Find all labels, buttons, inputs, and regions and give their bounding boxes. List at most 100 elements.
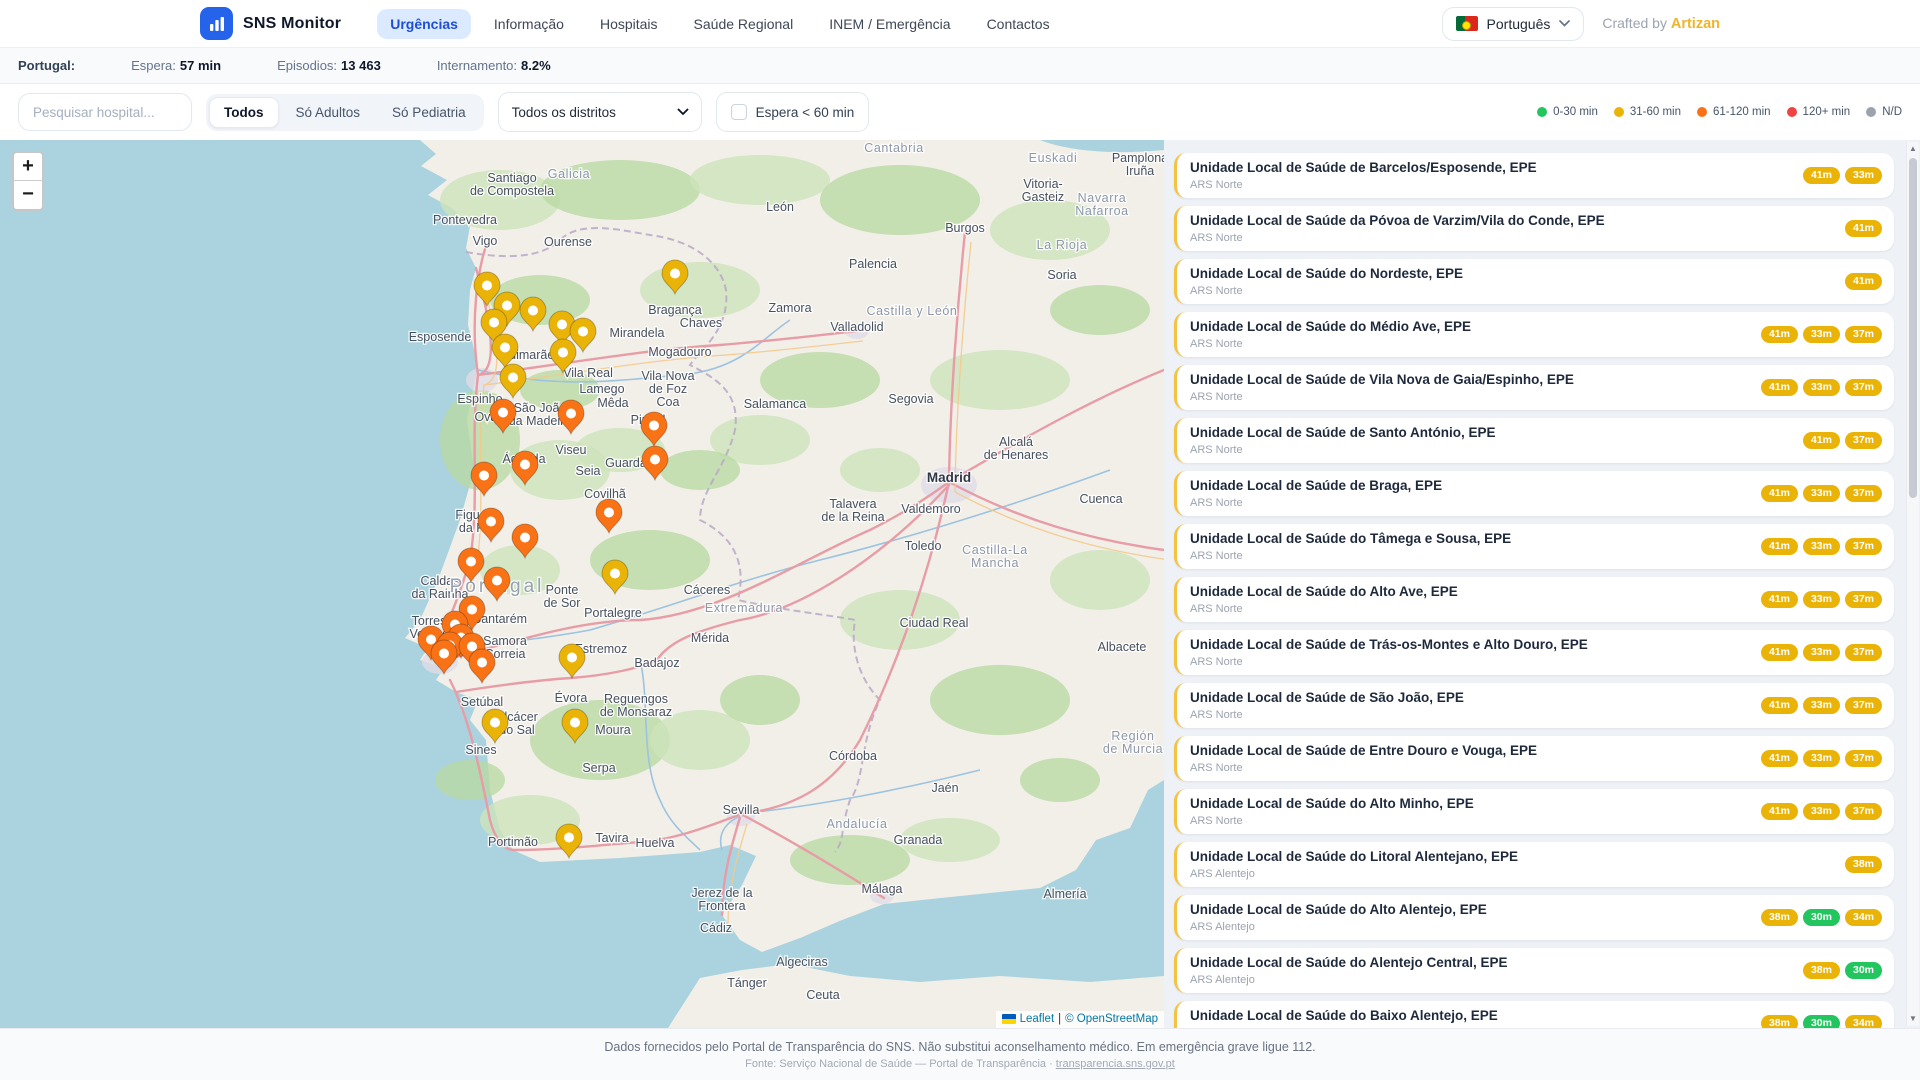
wait-badges: 41m xyxy=(1845,273,1882,290)
hospital-card[interactable]: Unidade Local de Saúde do Alto Minho, EP… xyxy=(1174,789,1894,834)
hospital-name: Unidade Local de Saúde de Entre Douro e … xyxy=(1190,743,1537,760)
svg-text:Córdoba: Córdoba xyxy=(829,749,877,763)
hospital-card[interactable]: Unidade Local de Saúde da Póvoa de Varzi… xyxy=(1174,206,1894,251)
legend-item-61-120-min: 61-120 min xyxy=(1697,106,1771,118)
wait-badge: 37m xyxy=(1845,485,1882,502)
hospital-name: Unidade Local de Saúde da Póvoa de Varzi… xyxy=(1190,213,1605,230)
nav-item-inem-emerg-ncia[interactable]: INEM / Emergência xyxy=(816,9,963,39)
hospital-card[interactable]: Unidade Local de Saúde de São João, EPEA… xyxy=(1174,683,1894,728)
nav-item-sa-de-regional[interactable]: Saúde Regional xyxy=(681,9,807,39)
wait-badge: 30m xyxy=(1803,1015,1840,1028)
chevron-down-icon xyxy=(1559,20,1570,27)
wait-badge: 37m xyxy=(1845,750,1882,767)
zoom-out-button[interactable]: − xyxy=(14,181,42,209)
nav-item-hospitais[interactable]: Hospitais xyxy=(587,9,671,39)
wait-badge: 30m xyxy=(1845,962,1882,979)
scroll-down-icon[interactable]: ▼ xyxy=(1907,1012,1919,1026)
segment-s-pediatria[interactable]: Só Pediatria xyxy=(377,97,481,128)
hospital-card[interactable]: Unidade Local de Saúde de Barcelos/Espos… xyxy=(1174,153,1894,198)
hospital-card[interactable]: Unidade Local de Saúde de Trás-os-Montes… xyxy=(1174,630,1894,675)
wait-badges: 41m33m37m xyxy=(1761,750,1882,767)
svg-text:Mérida: Mérida xyxy=(691,631,729,645)
svg-text:Granada: Granada xyxy=(894,833,943,847)
wait-badge: 37m xyxy=(1845,803,1882,820)
openstreetmap-link[interactable]: © OpenStreetMap xyxy=(1065,1013,1158,1025)
nav-item-informa-o[interactable]: Informação xyxy=(481,9,577,39)
wait-badge: 33m xyxy=(1803,697,1840,714)
hospital-card[interactable]: Unidade Local de Saúde do Alto Ave, EPEA… xyxy=(1174,577,1894,622)
list-scrollbar[interactable]: ▲ ▼ xyxy=(1906,142,1919,1026)
svg-text:Moura: Moura xyxy=(595,723,630,737)
segment-s-adultos[interactable]: Só Adultos xyxy=(281,97,376,128)
svg-text:Huelva: Huelva xyxy=(636,836,675,850)
svg-text:Seia: Seia xyxy=(575,464,600,478)
hospital-card[interactable]: Unidade Local de Saúde do Médio Ave, EPE… xyxy=(1174,312,1894,357)
wait-badge: 41m xyxy=(1761,697,1798,714)
artizan-brand[interactable]: Artizan xyxy=(1671,16,1720,32)
nav-item-urg-ncias[interactable]: Urgências xyxy=(377,9,471,39)
svg-text:Tavira: Tavira xyxy=(595,831,628,845)
wait-badges: 38m30m34m xyxy=(1761,1015,1882,1028)
svg-text:Extremadura: Extremadura xyxy=(705,601,783,615)
brand[interactable]: SNS Monitor xyxy=(200,7,341,40)
svg-text:Vitoria-Gasteiz: Vitoria-Gasteiz xyxy=(1022,177,1064,204)
svg-text:Cádiz: Cádiz xyxy=(700,921,732,935)
svg-text:Ciudad Real: Ciudad Real xyxy=(900,616,969,630)
svg-text:Andalucía: Andalucía xyxy=(827,817,888,831)
svg-text:Castilla y León: Castilla y León xyxy=(867,304,958,318)
map-canvas[interactable]: CantabriaEuskadiPamplonaIruñaVitoria-Gas… xyxy=(0,140,1164,1028)
svg-text:NavarraNafarroa: NavarraNafarroa xyxy=(1075,191,1128,218)
hospital-card[interactable]: Unidade Local de Saúde do Nordeste, EPEA… xyxy=(1174,259,1894,304)
hospital-card[interactable]: Unidade Local de Saúde de Santo António,… xyxy=(1174,418,1894,463)
hospital-card[interactable]: Unidade Local de Saúde do Baixo Alentejo… xyxy=(1174,1001,1894,1028)
wait-badge: 37m xyxy=(1845,644,1882,661)
wait-badge: 33m xyxy=(1803,326,1840,343)
portugal-flag-icon xyxy=(1456,16,1478,31)
national-stats-bar: Portugal: Espera:57 min Episodios:13 463… xyxy=(0,48,1920,84)
wait-under-60-checkbox[interactable] xyxy=(731,104,747,120)
scroll-up-icon[interactable]: ▲ xyxy=(1907,142,1919,156)
svg-text:Badajoz: Badajoz xyxy=(634,656,679,670)
hospital-card[interactable]: Unidade Local de Saúde do Tâmega e Sousa… xyxy=(1174,524,1894,569)
scrollbar-thumb[interactable] xyxy=(1909,158,1917,498)
hospital-card[interactable]: Unidade Local de Saúde do Alentejo Centr… xyxy=(1174,948,1894,993)
hospital-region: ARS Norte xyxy=(1190,762,1537,774)
wait-badge: 33m xyxy=(1803,379,1840,396)
hospital-region: ARS Norte xyxy=(1190,550,1511,562)
wait-under-60-filter[interactable]: Espera < 60 min xyxy=(716,92,870,132)
hospital-card[interactable]: Unidade Local de Saúde de Vila Nova de G… xyxy=(1174,365,1894,410)
wait-badge: 41m xyxy=(1761,803,1798,820)
svg-text:Ourense: Ourense xyxy=(544,235,592,249)
search-input[interactable] xyxy=(18,93,192,131)
svg-text:Palencia: Palencia xyxy=(849,257,897,271)
language-selector[interactable]: Português xyxy=(1442,7,1585,41)
svg-text:Euskadi: Euskadi xyxy=(1029,151,1078,165)
wait-badge: 41m xyxy=(1845,273,1882,290)
svg-text:Jerez de laFrontera: Jerez de laFrontera xyxy=(691,886,752,913)
segment-todos[interactable]: Todos xyxy=(209,97,279,128)
district-select-input[interactable]: Todos os distritos xyxy=(512,105,688,120)
wait-badge: 33m xyxy=(1803,644,1840,661)
nav-item-contactos[interactable]: Contactos xyxy=(974,9,1063,39)
district-select[interactable]: Todos os distritos xyxy=(498,92,702,132)
wait-badge: 37m xyxy=(1845,432,1882,449)
svg-text:Pontede Sor: Pontede Sor xyxy=(544,583,581,610)
source-text: Fonte: Serviço Nacional de Saúde — Porta… xyxy=(745,1058,1175,1070)
wait-badge: 37m xyxy=(1845,591,1882,608)
hospital-card[interactable]: Unidade Local de Saúde de Entre Douro e … xyxy=(1174,736,1894,781)
hospital-card[interactable]: Unidade Local de Saúde do Alto Alentejo,… xyxy=(1174,895,1894,940)
leaflet-link[interactable]: Leaflet xyxy=(1020,1013,1055,1025)
hospital-region: ARS Norte xyxy=(1190,603,1458,615)
svg-text:Talaverade la Reina: Talaverade la Reina xyxy=(821,497,884,524)
svg-text:Serpa: Serpa xyxy=(582,761,615,775)
zoom-in-button[interactable]: + xyxy=(14,153,42,181)
hospital-card[interactable]: Unidade Local de Saúde de Braga, EPEARS … xyxy=(1174,471,1894,516)
source-link[interactable]: transparencia.sns.gov.pt xyxy=(1056,1058,1175,1070)
hospital-name: Unidade Local de Saúde de Barcelos/Espos… xyxy=(1190,160,1537,177)
legend-dot-icon xyxy=(1614,107,1624,117)
svg-text:Portimão: Portimão xyxy=(488,835,538,849)
wait-badge: 33m xyxy=(1803,538,1840,555)
svg-text:Setúbal: Setúbal xyxy=(461,695,503,709)
hospital-card[interactable]: Unidade Local de Saúde do Litoral Alente… xyxy=(1174,842,1894,887)
leaflet-map[interactable]: CantabriaEuskadiPamplonaIruñaVitoria-Gas… xyxy=(0,140,1164,1028)
